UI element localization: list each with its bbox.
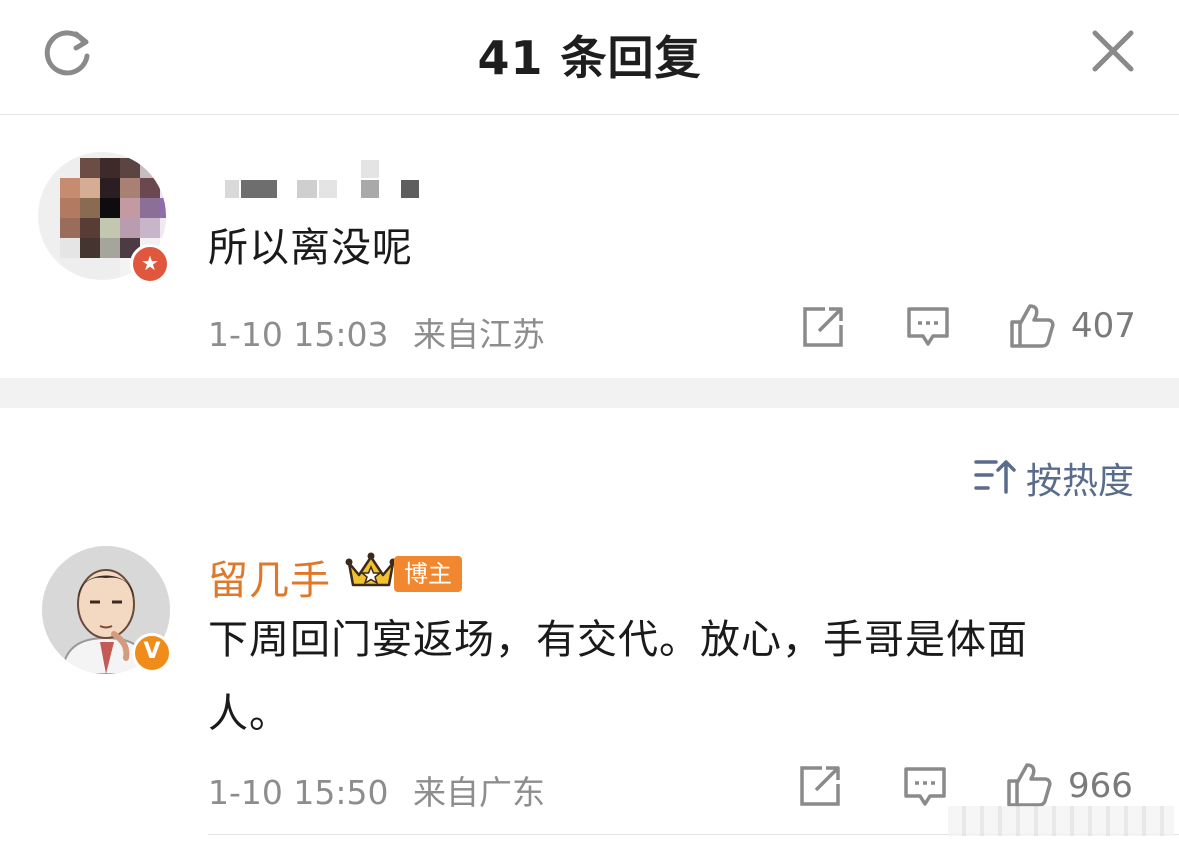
comment-icon[interactable] [903, 766, 947, 808]
comment-location: 来自广东 [413, 773, 545, 812]
comment-text-line-1: 下周回门宴返场，有交代。放心，手哥是体面 [208, 617, 1028, 663]
close-icon[interactable] [1090, 28, 1136, 74]
sort-label: 按热度 [1026, 461, 1135, 502]
pixelated-username [215, 160, 435, 200]
page-title: 41 条回复 [477, 31, 702, 85]
like-icon[interactable] [1008, 302, 1056, 350]
like-count: 407 [1071, 306, 1136, 346]
like-count: 966 [1068, 766, 1133, 806]
comment-text-line-2: 人。 [208, 691, 290, 737]
comment-time: 1-10 15:03 [208, 315, 389, 354]
user-badge: ★ [130, 244, 170, 284]
like-icon[interactable] [1005, 761, 1053, 809]
share-icon[interactable] [801, 305, 845, 349]
sort-icon [974, 460, 1016, 494]
comment-meta: 1-10 15:03 来自江苏 [208, 308, 545, 356]
crown-icon [345, 552, 397, 587]
reply-header: 41 条回复 [0, 0, 1179, 115]
section-divider [0, 378, 1179, 408]
author-role-badge: 博主 [394, 556, 462, 592]
watermark [948, 806, 1174, 836]
share-icon[interactable] [798, 764, 842, 808]
verified-badge-icon: V [132, 633, 172, 673]
comment-location: 来自江苏 [413, 315, 545, 354]
comment-meta: 1-10 15:50 来自广东 [208, 766, 545, 814]
comment-icon[interactable] [906, 306, 950, 348]
author-name[interactable]: 留几手 [208, 548, 331, 606]
comment-time: 1-10 15:50 [208, 773, 389, 812]
comment-text: 所以离没呢 [208, 225, 413, 271]
